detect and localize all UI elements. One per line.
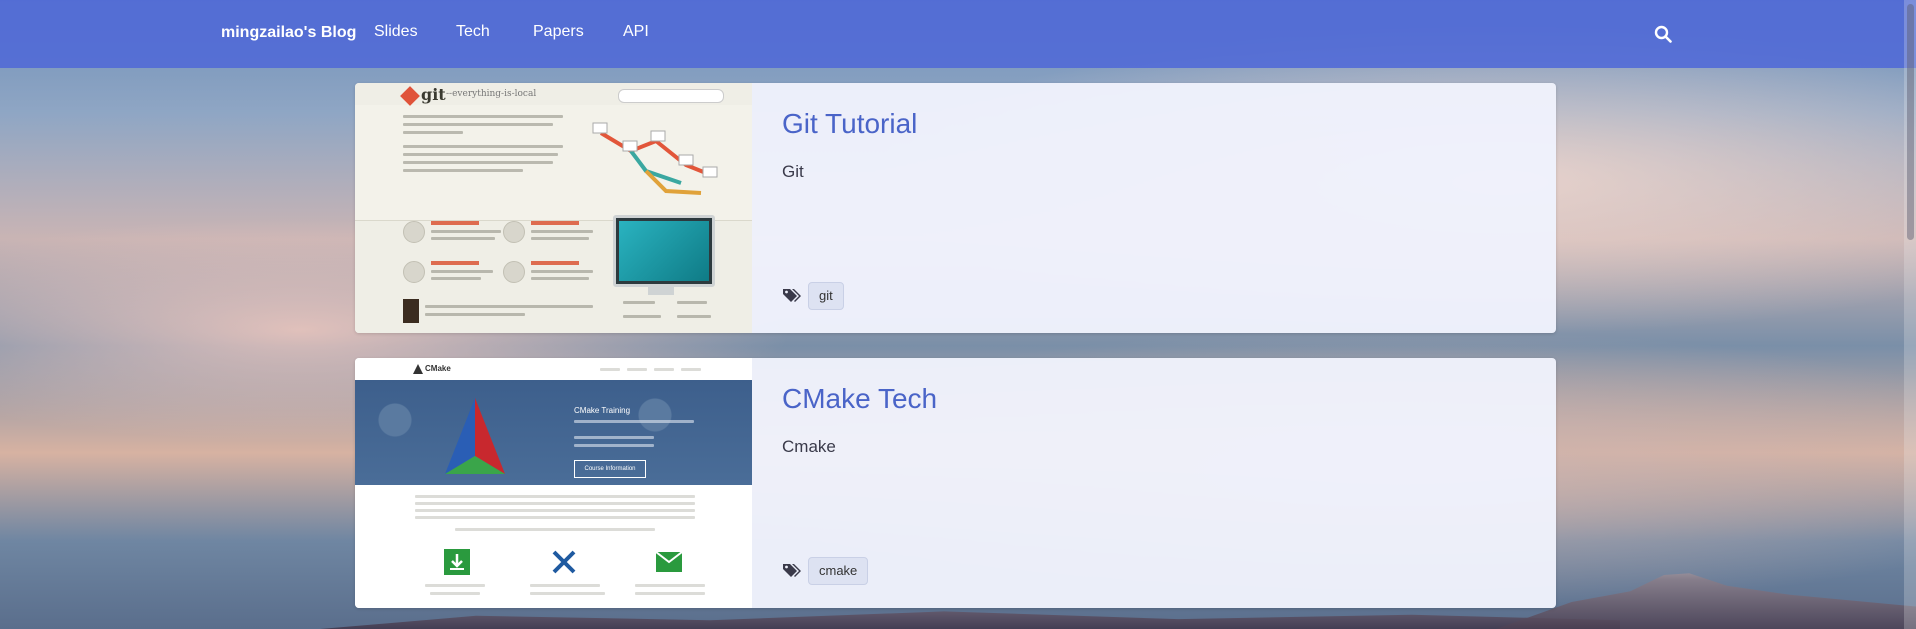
- blog-brand-link[interactable]: mingzailao's Blog: [221, 24, 356, 42]
- git-branch-diagram-icon: [592, 122, 718, 195]
- background-mountain-range: [320, 611, 1620, 629]
- scrollbar-thumb[interactable]: [1907, 4, 1914, 240]
- post-card-git-tutorial[interactable]: git --everything-is-local Git Tutorial G…: [355, 83, 1556, 333]
- git-tagline: --everything-is-local: [446, 89, 537, 99]
- tag-git[interactable]: git: [808, 282, 844, 310]
- tag-cmake[interactable]: cmake: [808, 557, 869, 585]
- tools-icon: [552, 550, 576, 574]
- git-download-monitor: [613, 215, 715, 287]
- cmake-logo-text: CMake: [425, 364, 451, 373]
- post-description: Git: [782, 162, 804, 181]
- cmake-triangle-logo-icon: [445, 398, 505, 474]
- nav-link-papers[interactable]: Papers: [533, 23, 584, 41]
- cmake-hero-title: CMake Training: [574, 406, 631, 415]
- post-title-link[interactable]: CMake Tech: [782, 383, 937, 415]
- top-navbar: mingzailao's Blog Slides Tech Papers API: [0, 0, 1916, 68]
- cmake-course-button: Course Information: [574, 460, 646, 478]
- download-icon: [444, 549, 470, 575]
- git-book-icon: [403, 299, 419, 323]
- tags-icon: [783, 564, 801, 577]
- git-logo-text: git: [421, 85, 446, 104]
- nav-link-api[interactable]: API: [623, 23, 649, 41]
- nav-link-tech[interactable]: Tech: [456, 23, 490, 41]
- page-scrollbar[interactable]: [1904, 0, 1916, 629]
- post-description: Cmake: [782, 437, 836, 456]
- tags-icon: [783, 289, 801, 302]
- post-card-cmake-tech[interactable]: CMake CMake Training Course Information: [355, 358, 1556, 608]
- cmake-logo-icon: [413, 364, 423, 374]
- git-search-box: [618, 89, 724, 103]
- mail-icon: [655, 551, 683, 572]
- search-icon[interactable]: [1654, 25, 1672, 43]
- cmake-hero-banner: [355, 380, 752, 485]
- nav-link-slides[interactable]: Slides: [374, 23, 418, 41]
- background-mountain-peak: [1496, 573, 1916, 629]
- post-title-link[interactable]: Git Tutorial: [782, 108, 917, 140]
- post-thumbnail-git[interactable]: git --everything-is-local: [355, 83, 752, 333]
- post-thumbnail-cmake[interactable]: CMake CMake Training Course Information: [355, 358, 752, 608]
